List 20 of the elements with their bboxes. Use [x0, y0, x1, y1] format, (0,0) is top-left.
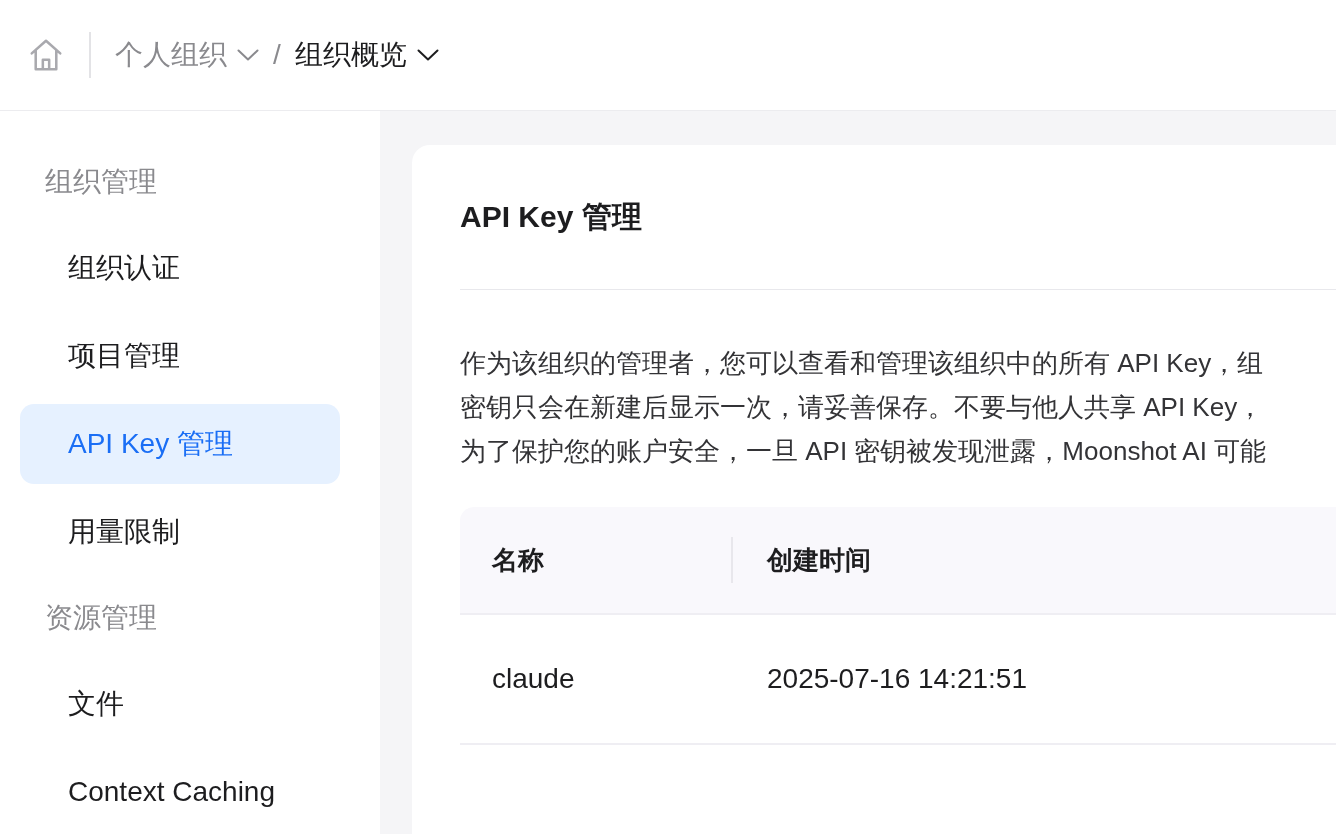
sidebar-item[interactable]: Context Caching: [20, 752, 340, 832]
column-header: 名称: [490, 543, 545, 577]
description-text: 密钥只会在新建后显示一次，请妥善保存。不要与他人共享 API Key，: [460, 391, 1264, 424]
table-cell-text: claude: [491, 662, 576, 696]
chevron-down-icon: [237, 49, 259, 61]
sidebar-item[interactable]: 组织认证: [20, 228, 340, 308]
chevron-down-icon: [416, 49, 439, 61]
description-text: 为了保护您的账户安全，一旦 API 密钥被发现泄露，Moonshot AI 可能: [460, 435, 1267, 468]
table-cell-text: 2025-07-16 14:21:51: [766, 662, 1027, 696]
sidebar-item[interactable]: 项目管理: [20, 316, 340, 396]
column-header: 创建时间: [765, 543, 871, 577]
sidebar-item[interactable]: API Key 管理: [20, 404, 340, 484]
breadcrumb-separator: /: [273, 38, 281, 72]
page-title: API Key 管理: [460, 199, 643, 235]
section-heading: 资源管理: [44, 601, 158, 635]
section-heading: 组织管理: [44, 165, 158, 199]
sidebar-item[interactable]: 文件: [20, 664, 340, 744]
breadcrumb-link[interactable]: 组织概览: [294, 35, 439, 75]
description-text: 作为该组织的管理者，您可以查看和管理该组织中的所有 API Key，组: [460, 347, 1264, 380]
sidebar-item[interactable]: 用量限制: [20, 492, 340, 572]
